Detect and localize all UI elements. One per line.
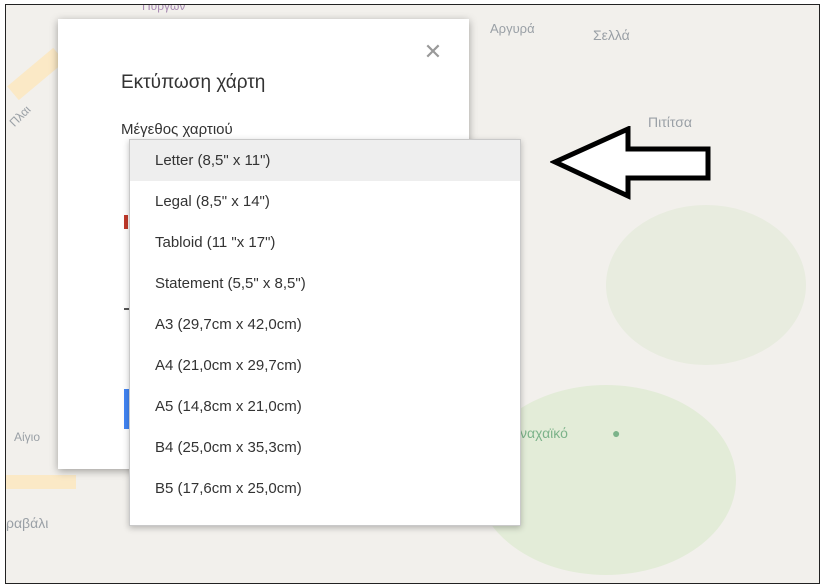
paper-size-option-tabloid[interactable]: Tabloid (11 "x 17") xyxy=(130,222,520,263)
map-label-sella: Σελλά xyxy=(593,27,630,43)
map-label-partial-top: Πύργων xyxy=(142,4,186,13)
paper-size-dropdown[interactable]: Letter (8,5" x 11") Legal (8,5" x 14") T… xyxy=(129,139,521,526)
map-label-ravali: ραβάλι xyxy=(6,515,49,531)
map-label-place-icon: ● xyxy=(612,425,621,441)
paper-size-option-a4[interactable]: A4 (21,0cm x 29,7cm) xyxy=(130,345,520,386)
dialog-red-mark xyxy=(124,215,128,229)
close-icon[interactable]: ✕ xyxy=(423,41,443,63)
paper-size-label: Μέγεθος χαρτιού xyxy=(121,121,233,138)
map-label-argyra: Αργυρά xyxy=(490,21,535,36)
map-road xyxy=(6,475,76,489)
paper-size-option-a5[interactable]: A5 (14,8cm x 21,0cm) xyxy=(130,386,520,427)
map-park xyxy=(606,205,806,365)
map-label-partial-bottom: Αίγιο xyxy=(14,430,41,444)
left-arrow-icon xyxy=(550,126,711,200)
paper-size-option-legal[interactable]: Legal (8,5" x 14") xyxy=(130,181,520,222)
paper-size-option-a3[interactable]: A3 (29,7cm x 42,0cm) xyxy=(130,304,520,345)
paper-size-option-b4[interactable]: B4 (25,0cm x 35,3cm) xyxy=(130,427,520,468)
map-label-achaiko: ναχαϊκό xyxy=(520,425,568,441)
dialog-title: Εκτύπωση χάρτη xyxy=(121,72,266,93)
paper-size-option-letter[interactable]: Letter (8,5" x 11") xyxy=(130,140,520,181)
map-label-partial-left: Πλαι xyxy=(6,102,34,130)
paper-size-option-b5[interactable]: B5 (17,6cm x 25,0cm) xyxy=(130,468,520,509)
map-road xyxy=(7,47,65,101)
paper-size-option-statement[interactable]: Statement (5,5" x 8,5") xyxy=(130,263,520,304)
